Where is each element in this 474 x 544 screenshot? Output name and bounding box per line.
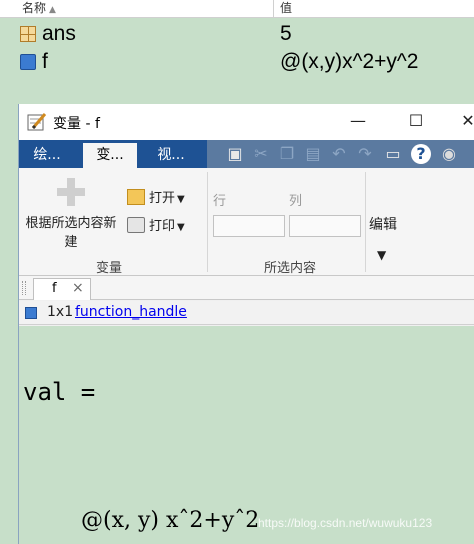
undo-icon[interactable]: ↶ (329, 144, 349, 164)
help-icon[interactable]: ? (411, 144, 431, 164)
cut-icon[interactable]: ✂ (251, 144, 271, 164)
title-bar[interactable]: 变量 - f — ☐ ✕ (19, 104, 474, 140)
watermark: https://blog.csdn.net/wuwuku123 (258, 516, 433, 530)
function-handle-icon (25, 307, 37, 319)
maximize-button[interactable]: ☐ (393, 106, 439, 138)
edit-label: 编辑 (369, 217, 397, 233)
section-divider (365, 172, 366, 272)
variable-value: 5 (280, 22, 292, 45)
ribbon-panel: 根据所选内容新建 打开 ▼ 打印 ▼ 变量 行 列 所选内容 编辑 ▼ (19, 168, 474, 276)
print-label: 打印 (149, 219, 176, 234)
variable-name: ans (42, 22, 76, 45)
quick-access-toolbar: ▣ ✂ ❐ ▤ ↶ ↷ ▭ ? ◉ (207, 140, 474, 168)
section-divider (207, 172, 208, 272)
variable-name: f (42, 50, 48, 73)
drag-grip-icon[interactable] (22, 281, 26, 295)
tab-view[interactable]: 视... (147, 143, 195, 168)
plus-icon (57, 178, 85, 206)
close-tab-icon[interactable]: × (72, 280, 84, 296)
paste-icon[interactable]: ▤ (303, 144, 323, 164)
output-line-1: val = (23, 378, 96, 406)
row-input[interactable] (213, 215, 285, 237)
open-label: 打开 (149, 191, 176, 206)
variable-display-area[interactable]: val = @(x, y) xˆ2+yˆ2 (19, 326, 474, 544)
window-title: 变量 - f (53, 116, 100, 132)
minimize-button[interactable]: — (335, 106, 381, 138)
output-line-2: @(x, y) xˆ2+yˆ2 (81, 508, 260, 533)
options-dropdown-icon[interactable]: ◉ (439, 144, 459, 164)
chevron-down-icon: ▼ (177, 222, 185, 233)
name-column-label: 名称 (22, 1, 47, 15)
class-link[interactable]: function_handle (75, 304, 187, 320)
document-tab-f[interactable]: f × (33, 278, 91, 300)
value-column-header[interactable]: 值 (280, 0, 292, 16)
column-label: 列 (289, 194, 303, 209)
variable-editor-window: 变量 - f — ☐ ✕ 绘... 变... 视... ▣ ✂ ❐ ▤ ↶ ↷ … (18, 104, 474, 544)
chevron-down-icon: ▼ (377, 248, 387, 262)
new-from-selection-label: 根据所选内容新建 (25, 216, 117, 250)
variable-editor-icon (27, 113, 47, 131)
variable-section-label: 变量 (95, 261, 122, 276)
variable-value: @(x,y)x^2+y^2 (280, 50, 419, 73)
name-column-header[interactable]: 名称 ▲ (22, 0, 56, 18)
workspace-row-f[interactable]: f @(x,y)x^2+y^2 (0, 49, 474, 75)
row-label: 行 (213, 194, 227, 209)
workspace-header: 名称 ▲ 值 (0, 0, 474, 18)
document-tab-bar: f × (19, 276, 474, 300)
ribbon-tab-strip: 绘... 变... 视... ▣ ✂ ❐ ▤ ↶ ↷ ▭ ? ◉ (19, 140, 474, 168)
workspace-row-ans[interactable]: ans 5 (0, 21, 474, 47)
tab-plots[interactable]: 绘... (25, 143, 69, 168)
sort-ascending-icon: ▲ (49, 5, 56, 15)
chevron-down-icon: ▼ (177, 194, 185, 205)
save-icon[interactable]: ▣ (225, 144, 245, 164)
close-button[interactable]: ✕ (445, 106, 474, 138)
redo-icon[interactable]: ↷ (355, 144, 375, 164)
switch-windows-icon[interactable]: ▭ (383, 144, 403, 164)
printer-icon (127, 217, 145, 233)
table-icon (20, 26, 36, 42)
open-button[interactable]: 打开 ▼ (127, 188, 185, 210)
variable-info-bar: 1x1 function_handle (19, 301, 474, 325)
folder-open-icon (127, 189, 145, 205)
column-divider[interactable] (273, 0, 274, 18)
copy-icon[interactable]: ❐ (277, 144, 297, 164)
column-input[interactable] (289, 215, 361, 237)
tab-variable[interactable]: 变... (83, 143, 137, 168)
document-tab-label: f (52, 281, 57, 296)
selection-section-label: 所选内容 (263, 261, 316, 276)
print-button[interactable]: 打印 ▼ (127, 216, 185, 238)
variable-size: 1x1 (47, 304, 74, 320)
function-handle-icon (20, 54, 36, 70)
